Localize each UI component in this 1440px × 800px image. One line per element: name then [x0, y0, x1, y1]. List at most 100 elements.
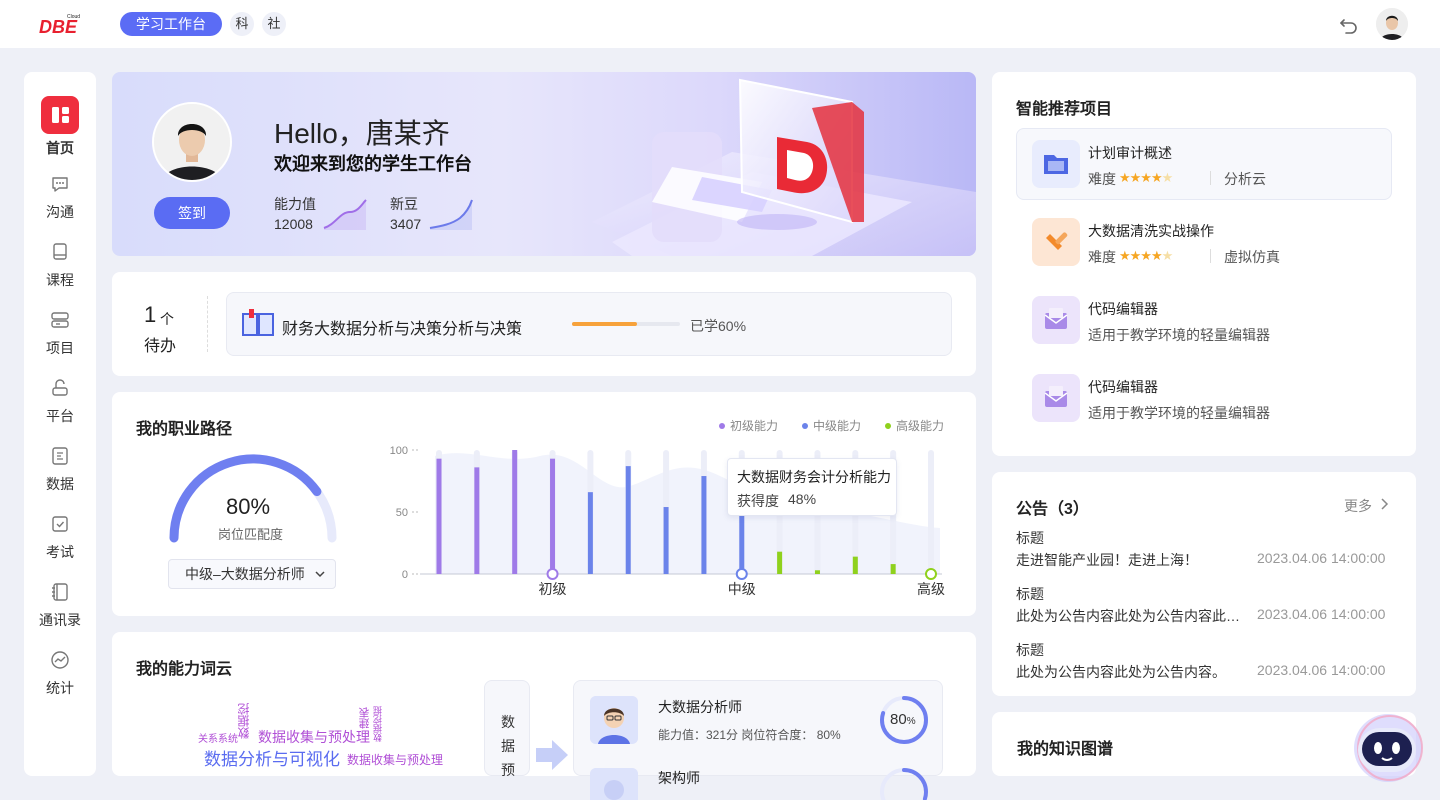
project-tag: 分析云 [1224, 171, 1266, 187]
legend-intermediate: 中级能力 [802, 417, 861, 434]
chart-bar [852, 556, 858, 574]
profile-avatar[interactable] [152, 102, 232, 182]
job-match-ring [880, 768, 928, 800]
project-title[interactable]: 大数据清洗实战操作 [1088, 221, 1214, 241]
project-title[interactable]: 代码编辑器 [1088, 299, 1158, 319]
cloud-word: 数据挖 [237, 703, 251, 739]
chevron-right-icon[interactable] [1379, 497, 1391, 511]
notice-body[interactable]: 走进智能产业园！走进上海！ [1016, 550, 1246, 570]
match-label: 岗位匹配度 [218, 527, 284, 542]
sidebar-item-course[interactable]: 课程 [24, 242, 96, 302]
legend-dot [719, 422, 725, 429]
todo-title[interactable]: 财务大数据分析与决策分析与决策 [282, 315, 522, 339]
chart-bar [474, 467, 480, 574]
cloud-word: 数据收集与预处理 [258, 729, 370, 745]
flow-char: 据 [501, 738, 515, 754]
sidebar-item-platform[interactable]: 平台 [24, 378, 96, 438]
chart-bar [550, 458, 556, 574]
notice-body[interactable]: 此处为公告内容此处为公告内容此处为公告内容 [1016, 606, 1242, 626]
y-tick-label: 0 [402, 569, 408, 581]
cloud-word: 关系系统 [198, 734, 238, 745]
back-arrow-icon[interactable] [1338, 13, 1360, 35]
sign-in-button[interactable]: 签到 [154, 197, 230, 229]
notice-time: 2023.04.06 14:00:00 [1257, 662, 1386, 678]
cloud-word: 建表 [359, 707, 371, 729]
bar-track [928, 450, 934, 574]
x-tick-label: 高级 [917, 581, 945, 597]
tooltip-value: 48% [788, 491, 817, 507]
cloud-word: 数据收集与预处理 [347, 753, 444, 767]
level-marker [546, 568, 559, 580]
todo-count: 1 [144, 302, 157, 327]
user-portrait-icon [154, 104, 230, 180]
todo-unit: 个 [160, 311, 174, 327]
workspace-pill[interactable]: 学习工作台 [120, 12, 222, 36]
broom-icon [1032, 218, 1080, 266]
chart-bar [436, 458, 442, 574]
project-icon [51, 312, 69, 328]
chip-society[interactable]: 社 [262, 12, 286, 36]
legend-advanced: 高级能力 [885, 417, 944, 434]
dbe-logo[interactable]: DBE Cloud [38, 12, 82, 36]
notice-head: 标题 [1016, 586, 1044, 602]
legend-label: 高级能力 [896, 419, 945, 433]
notice-time: 2023.04.06 14:00:00 [1257, 550, 1386, 566]
sidebar-label: 课程 [46, 272, 74, 288]
analyst-avatar-icon [590, 696, 638, 744]
job-meta: 能力值：321分 岗位符合度： 80% [658, 728, 841, 742]
chip-science[interactable]: 科 [230, 12, 254, 36]
exam-check-icon [52, 516, 68, 532]
sidebar-item-exam[interactable]: 考试 [24, 514, 96, 574]
contacts-icon [52, 583, 68, 601]
tooltip-key: 获得度 [737, 493, 779, 509]
sidebar-label: 通讯录 [39, 612, 81, 628]
flow-char: 预 [501, 762, 515, 778]
difficulty-label: 难度 [1088, 249, 1116, 265]
todo-label: 待办 [144, 338, 177, 355]
project-subtitle: 适用于教学环境的轻量编辑器 [1088, 405, 1270, 421]
y-tick-label: 100 [390, 445, 408, 457]
home-grid-icon [41, 96, 79, 134]
chevron-down-icon[interactable] [314, 568, 326, 580]
ability-sparkline [323, 199, 367, 230]
job-title[interactable]: 架构师 [658, 768, 700, 788]
chart-bar [814, 570, 820, 574]
career-select[interactable]: 中级–大数据分析师 [168, 559, 336, 589]
data-doc-icon [52, 447, 68, 465]
notice-title: 公告（3） [1016, 501, 1089, 518]
sidebar-item-home[interactable]: 首页 [24, 96, 96, 156]
chart-bar [587, 492, 593, 574]
career-title: 我的职业路径 [136, 421, 233, 438]
code-mail-icon [1032, 296, 1080, 344]
notice-head: 标题 [1016, 642, 1044, 658]
notice-body[interactable]: 此处为公告内容此处为公告内容。 [1016, 662, 1246, 682]
assistant-robot-icon[interactable] [1350, 712, 1426, 784]
difficulty-stars: ★★★★★ [1119, 170, 1173, 185]
job-avatar [590, 696, 638, 744]
sidebar-item-project[interactable]: 项目 [24, 310, 96, 370]
legend-dot [885, 422, 891, 429]
job-title[interactable]: 大数据分析师 [658, 697, 742, 717]
hero-banner [112, 72, 976, 256]
project-title[interactable]: 计划审计概述 [1088, 143, 1172, 163]
beans-value: 3407 [390, 216, 422, 232]
sidebar-item-contacts[interactable]: 通讯录 [24, 582, 96, 642]
sidebar-item-data[interactable]: 数据 [24, 446, 96, 506]
ability-label: 能力值 [274, 196, 316, 212]
svg-text:Cloud: Cloud [67, 14, 80, 20]
cloud-word: 数据挖掘 [373, 706, 383, 742]
sidebar-item-chat[interactable]: 沟通 [24, 174, 96, 234]
recommend-title: 智能推荐项目 [1016, 101, 1113, 118]
project-title[interactable]: 代码编辑器 [1088, 377, 1158, 397]
sidebar-label: 项目 [46, 340, 74, 356]
folder-icon [1032, 140, 1080, 188]
user-avatar[interactable] [1376, 8, 1408, 40]
ability-value: 12008 [274, 216, 313, 232]
sidebar-item-stats[interactable]: 统计 [24, 650, 96, 710]
todo-progress [572, 322, 680, 326]
hero-illustration [592, 78, 976, 256]
notice-time: 2023.04.06 14:00:00 [1257, 606, 1386, 622]
more-link[interactable]: 更多 [1344, 496, 1372, 516]
legend-beginner: 初级能力 [719, 417, 778, 434]
course-book-icon [53, 243, 67, 260]
